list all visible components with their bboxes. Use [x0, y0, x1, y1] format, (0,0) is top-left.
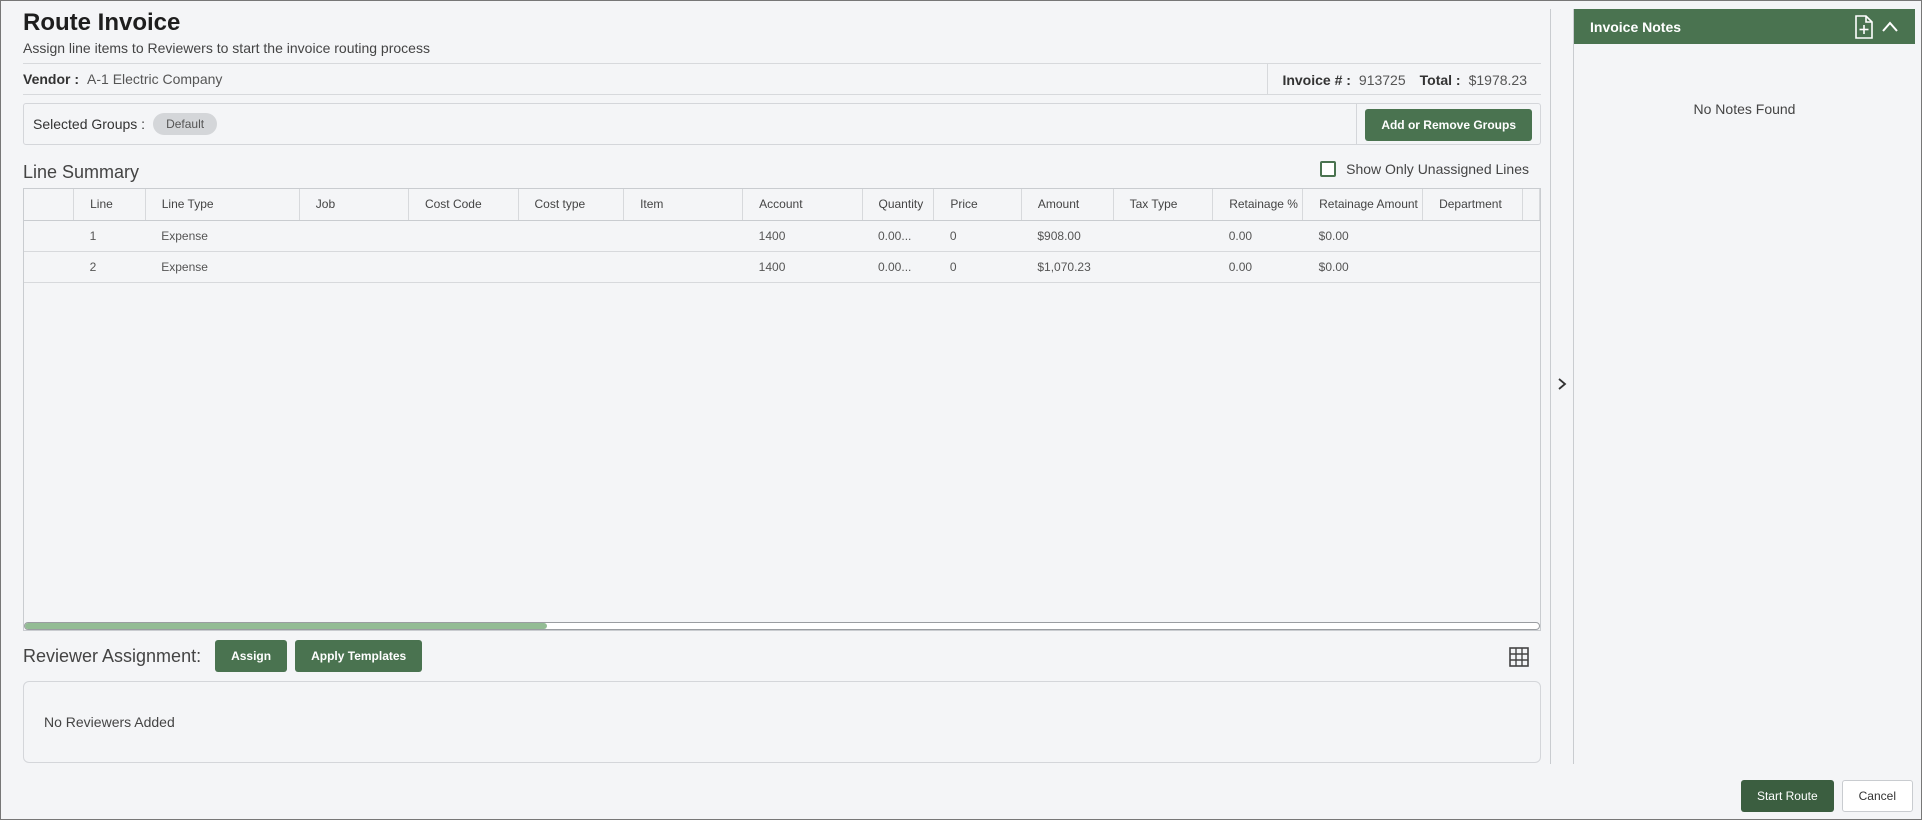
cell-line: 2	[73, 251, 146, 283]
cell-price: 0	[933, 220, 1022, 252]
col-header-cost-code[interactable]: Cost Code	[408, 189, 519, 221]
line-summary-grid: Line Line Type Job Cost Code Cost type I…	[23, 188, 1541, 631]
invoice-notes-title: Invoice Notes	[1590, 18, 1682, 35]
col-header-tax-type[interactable]: Tax Type	[1113, 189, 1214, 221]
cell-department	[1422, 251, 1523, 283]
add-note-icon[interactable]	[1853, 15, 1875, 39]
reviewer-assignment-title: Reviewer Assignment:	[23, 645, 202, 666]
invoice-number-value: 913725	[1358, 71, 1406, 88]
chevron-right-icon[interactable]	[1555, 377, 1569, 391]
invoice-notes-panel: Invoice Notes No Notes Found	[1574, 9, 1915, 117]
invoice-info: Invoice # : 913725 Total : $1978.23	[1267, 64, 1541, 95]
chevron-up-icon[interactable]	[1879, 16, 1901, 38]
cell-select[interactable]	[24, 220, 74, 252]
invoice-number-label: Invoice # :	[1282, 71, 1351, 88]
col-header-department[interactable]: Department	[1422, 189, 1523, 221]
panel-divider	[1573, 9, 1574, 764]
cancel-button[interactable]: Cancel	[1841, 780, 1913, 812]
cell-quantity: 0.00...	[862, 220, 934, 252]
col-header-retainage-pct[interactable]: Retainage %	[1212, 189, 1304, 221]
start-route-button[interactable]: Start Route	[1740, 780, 1834, 812]
cell-quantity: 0.00...	[862, 251, 934, 283]
line-summary-title: Line Summary	[23, 161, 140, 182]
cell-account: 1400	[742, 251, 862, 283]
grid-icon[interactable]	[1509, 647, 1529, 667]
cell-retainage-amount: $0.00	[1302, 251, 1423, 283]
cell-item	[623, 220, 743, 252]
col-header-line[interactable]: Line	[73, 189, 146, 221]
show-unassigned-label: Show Only Unassigned Lines	[1346, 161, 1529, 177]
cell-department	[1422, 220, 1523, 252]
selected-groups-box: Selected Groups : Default Add or Remove …	[23, 103, 1541, 145]
show-unassigned-toggle[interactable]: Show Only Unassigned Lines	[1320, 161, 1529, 177]
cell-item	[623, 251, 743, 283]
vendor-label: Vendor :	[23, 71, 80, 87]
table-row[interactable]: 2 Expense 1400 0.00... 0 $1,070.23 0.00 …	[24, 251, 1540, 283]
cell-price: 0	[933, 251, 1022, 283]
cell-retainage-pct: 0.00	[1212, 220, 1303, 252]
reviewer-assignment-header: Reviewer Assignment: Assign Apply Templa…	[23, 640, 1541, 672]
cell-cost-code	[408, 220, 519, 252]
assign-button[interactable]: Assign	[215, 640, 288, 672]
total-label: Total :	[1419, 71, 1461, 88]
col-header-amount[interactable]: Amount	[1021, 189, 1114, 221]
page-subtitle: Assign line items to Reviewers to start …	[23, 40, 430, 56]
vendor-row: Vendor : A-1 Electric Company Invoice # …	[23, 63, 1541, 95]
cell-amount: $1,070.23	[1021, 251, 1114, 283]
group-chip[interactable]: Default	[153, 113, 218, 135]
total-value: $1978.23	[1468, 71, 1527, 88]
cell-tax-type	[1113, 220, 1213, 252]
col-header-price[interactable]: Price	[933, 189, 1022, 221]
line-summary-header: Line Summary Show Only Unassigned Lines	[23, 161, 1541, 183]
footer-actions: Start Route Cancel	[1740, 780, 1913, 812]
notes-actions	[1853, 15, 1901, 39]
col-header-quantity[interactable]: Quantity	[862, 189, 935, 221]
apply-templates-button[interactable]: Apply Templates	[295, 640, 423, 672]
reviewers-list: No Reviewers Added	[23, 681, 1541, 763]
cell-tax-type	[1113, 251, 1213, 283]
cell-job	[299, 220, 409, 252]
add-remove-groups-button[interactable]: Add or Remove Groups	[1365, 108, 1532, 141]
page-title: Route Invoice	[23, 9, 181, 36]
cell-line: 1	[73, 220, 146, 252]
cell-overflow	[1522, 220, 1540, 252]
cell-overflow	[1522, 251, 1540, 283]
vendor-value: A-1 Electric Company	[87, 71, 223, 87]
cell-select[interactable]	[24, 251, 74, 283]
cell-account: 1400	[742, 220, 862, 252]
cell-cost-code	[408, 251, 519, 283]
groups-button-wrap: Add or Remove Groups	[1356, 104, 1540, 144]
col-header-retainage-amount[interactable]: Retainage Amount	[1302, 189, 1424, 221]
col-header-select[interactable]	[24, 189, 75, 221]
cell-amount: $908.00	[1021, 220, 1114, 252]
cell-line-type: Expense	[145, 220, 300, 252]
selected-groups-label: Selected Groups :	[33, 116, 146, 132]
panel-divider	[1550, 9, 1551, 764]
cell-cost-type	[518, 220, 624, 252]
table-row[interactable]: 1 Expense 1400 0.00... 0 $908.00 0.00 $0…	[24, 220, 1540, 252]
line-table: Line Line Type Job Cost Code Cost type I…	[24, 189, 1540, 283]
no-notes-text: No Notes Found	[1693, 101, 1796, 117]
cell-retainage-pct: 0.00	[1212, 251, 1303, 283]
scrollbar-thumb[interactable]	[25, 623, 547, 629]
col-header-cost-type[interactable]: Cost type	[518, 189, 625, 221]
cell-cost-type	[518, 251, 624, 283]
col-header-line-type[interactable]: Line Type	[145, 189, 300, 221]
col-header-job[interactable]: Job	[299, 189, 409, 221]
col-header-overflow	[1522, 189, 1540, 221]
main-panel: Route Invoice Assign line items to Revie…	[23, 9, 1541, 763]
horizontal-scrollbar[interactable]	[24, 622, 1540, 630]
show-unassigned-checkbox[interactable]	[1320, 161, 1337, 177]
col-header-account[interactable]: Account	[742, 189, 863, 221]
table-header-row: Line Line Type Job Cost Code Cost type I…	[24, 189, 1540, 221]
cell-job	[299, 251, 409, 283]
col-header-item[interactable]: Item	[623, 189, 744, 221]
no-reviewers-text: No Reviewers Added	[44, 714, 175, 730]
invoice-notes-header: Invoice Notes	[1574, 9, 1915, 44]
cell-retainage-amount: $0.00	[1302, 220, 1423, 252]
cell-line-type: Expense	[145, 251, 300, 283]
